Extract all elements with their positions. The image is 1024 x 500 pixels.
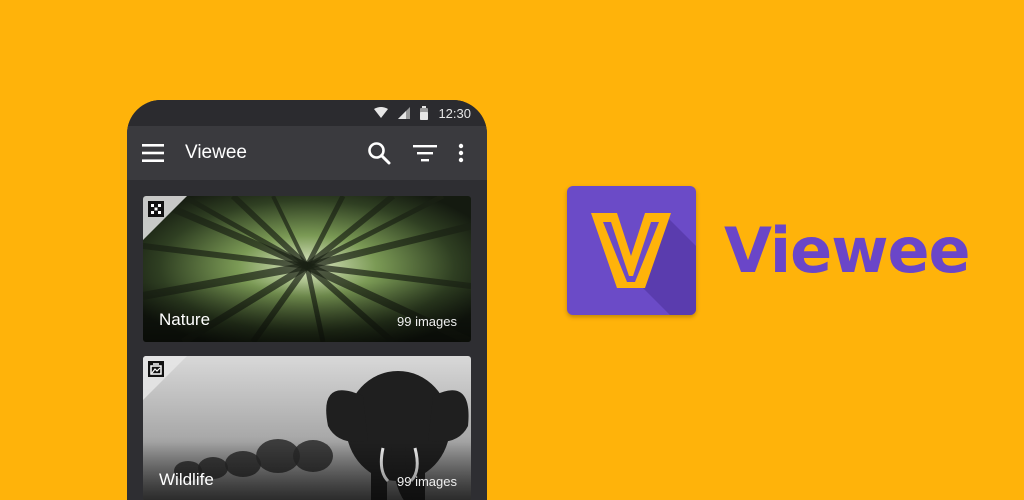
album-card-nature[interactable]: Nature 99 images	[143, 196, 471, 342]
status-bar: 12:30	[127, 100, 487, 126]
wifi-icon	[374, 107, 389, 119]
album-list: Nature 99 images Wildlife 99 images	[127, 180, 487, 500]
app-bar: Viewee	[127, 126, 487, 180]
more-vert-icon[interactable]	[449, 135, 473, 171]
status-time: 12:30	[438, 105, 471, 121]
search-icon[interactable]	[361, 135, 397, 171]
menu-icon[interactable]	[141, 135, 165, 171]
album-card-wildlife[interactable]: Wildlife 99 images	[143, 356, 471, 500]
album-count: 99 images	[397, 474, 457, 489]
viewee-logo	[567, 186, 696, 315]
signal-icon	[398, 107, 411, 119]
filter-icon[interactable]	[407, 135, 443, 171]
app-title: Viewee	[185, 142, 247, 163]
folder-image-icon	[148, 361, 164, 377]
shuffle-icon	[148, 201, 164, 217]
brand-lockup: Viewee	[567, 186, 971, 315]
album-count: 99 images	[397, 314, 457, 329]
album-title: Nature	[159, 310, 211, 329]
phone-mockup: 12:30 Viewee Nature 99 images Wildlife 9…	[127, 100, 487, 500]
album-title: Wildlife	[159, 470, 214, 489]
battery-icon	[420, 106, 429, 120]
brand-name: Viewee	[724, 214, 971, 287]
